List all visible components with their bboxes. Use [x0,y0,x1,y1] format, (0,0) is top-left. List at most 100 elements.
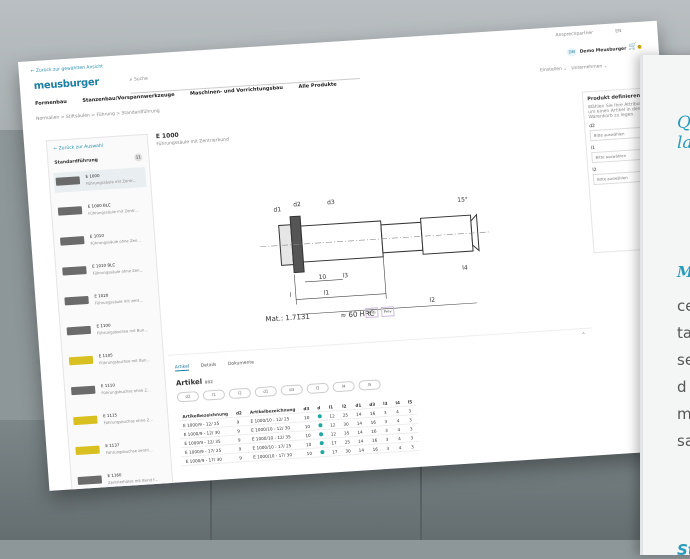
breadcrumb-item[interactable]: Führung [96,112,115,118]
article-title: Artikel 882 [175,377,214,388]
product-thumbnail [59,236,85,246]
product-configurator-screen: ← Zurück zur gewählten Ansicht Ansprechp… [18,20,689,491]
availability-dot-icon [318,423,323,427]
breadcrumb: Normalien > Stiftsäulen > Führung > Stan… [36,108,160,122]
availability-dot-icon [319,441,324,445]
drawing-pager: Ansi Prev [364,306,398,319]
contact-menu[interactable]: Ansprechpartner [555,31,593,38]
sidebar-item[interactable]: E 1115 Führungsbuchse ohne Z… [71,406,164,432]
sidebar-item-code: E 1137 [105,442,120,449]
filter-select[interactable]: l1 [202,389,226,401]
product-thumbnail [62,266,87,276]
language-selector[interactable]: EN [615,29,622,34]
sidebar-item-code: E 1010 [89,232,105,239]
sidebar-item-code: E 1000 BLC [87,202,111,209]
card-line: se [677,351,690,369]
breadcrumb-item[interactable]: Stiftsäulen [66,113,90,120]
sidebar-item[interactable]: E 1020 Führungssäule mit zent… [62,287,155,313]
product-code: E 1000 [155,131,179,141]
sidebar-back-button[interactable]: ← Zurück zur Auswahl [53,144,103,152]
sidebar-item[interactable]: E 1105 Führungsbuchse mit Bun… [66,347,159,373]
cart-badge: 0 [637,44,642,49]
sidebar-item[interactable]: E 1000 Führungssäule mit Zentr… [53,167,147,193]
product-thumbnail [66,325,92,336]
breadcrumb-item[interactable]: Normalien [36,115,59,121]
sidebar-item[interactable]: E 1100 Führungsbuchse mit Bun… [64,317,157,343]
sidebar-item[interactable]: E 1000 BLC Führungssäule mit Zentr… [55,197,148,223]
card-line: d [677,378,687,396]
sidebar-item-code: E 1115 [102,412,118,419]
availability-dot-icon [317,414,322,418]
filter-select[interactable]: l4 [332,380,355,393]
dim-label: l4 [462,264,468,271]
sidebar-item-code: E 1160 [107,472,122,479]
sidebar-item[interactable]: E 1137 Führungsbuchse zentri… [73,436,166,462]
sidebar-item-desc: Führungssäule mit Zentr… [85,177,137,186]
product-thumbnail [68,355,94,366]
sidebar-heading: Standardführung [54,158,99,166]
sidebar-item-desc: Führungssäule ohne Zen… [90,237,142,246]
product-thumbnail [55,176,81,186]
dim-label: d2 [293,201,301,208]
product-main: E 1000 Führungssäule mit Zentrierbund d1… [152,106,604,491]
sidebar-item-desc: Zentrierhülse mit Bund f… [107,476,159,486]
pager-button[interactable]: Prev [380,306,395,318]
card-line: ce [677,297,690,315]
sidebar-item-desc: Führungsbuchse mit Bun… [96,327,149,336]
sidebar-item-code: E 1110 [100,382,116,389]
breadcrumb-item[interactable]: Standardführung [121,109,159,116]
article-card: Qla M ce ta se dm sa St [640,55,690,559]
menu-einstellen[interactable]: Einstellen [540,67,562,73]
dim-label: l3 [342,272,348,279]
cart-button[interactable]: 🛒0 [628,42,642,51]
dim-label: l1 [324,289,330,296]
user-menu[interactable]: DM Demo Meusburger [566,45,627,57]
sidebar-item-code: E 1010 BLC [91,262,116,269]
dim-label: 10 [318,274,326,281]
panel-title: Produkt definieren [587,92,641,103]
sidebar-item[interactable]: E 1010 BLC Führungssäule ohne Zen… [60,257,153,283]
material-label: Mat.: 1.7131 [265,313,310,324]
sidebar-item-desc: Führungsbuchse zentri… [105,447,153,456]
tab-details[interactable]: Details [201,363,217,369]
nav-item-stanzenbau[interactable]: Stanzenbau/Vorspannwerkzeuge [82,92,175,104]
back-link[interactable]: ← Zurück zur gewählten Ansicht [31,65,104,75]
field-label: l1 [590,145,596,152]
cart-icon: 🛒 [628,42,638,51]
search-icon: ⌕ [129,76,133,83]
product-thumbnail [57,206,83,216]
filter-select[interactable]: l3 [306,382,330,395]
product-thumbnail [64,295,89,306]
dim-label: l [290,292,293,299]
product-thumbnail [77,475,103,485]
detail-tabs: Artikel Details Dokumente [174,359,265,372]
card-line: sa [677,432,690,450]
filter-select[interactable]: d1 [254,385,278,398]
field-label: l2 [592,167,597,174]
card-footer: St [677,541,690,559]
sidebar-item[interactable]: E 1110 Führungsbuchse ohne Z… [69,376,162,402]
filter-select[interactable]: d2 [176,391,200,403]
card-line: m [677,405,690,423]
product-thumbnail [75,445,100,456]
dim-label: d3 [327,199,335,206]
collapse-chevron-icon[interactable]: ⌃ [581,332,586,338]
tab-artikel[interactable]: Artikel [174,364,190,372]
product-thumbnail [70,385,96,396]
availability-dot-icon [320,450,325,454]
sidebar-item-desc: Führungssäule mit Zentr… [88,207,139,216]
sidebar-item[interactable]: E 1010 Führungssäule ohne Zen… [58,227,151,253]
nav-item-formenbau[interactable]: Formenbau [35,99,67,107]
filter-select[interactable]: d3 [280,384,304,396]
sidebar-item-desc: Führungsbuchse ohne Z… [101,387,152,396]
menu-unternehmen[interactable]: Unternehmen [571,64,602,71]
brand-logo[interactable]: meusburger [33,77,99,92]
search-input[interactable]: Suche [134,77,148,83]
sidebar-item-desc: Führungssäule mit zent… [94,297,144,306]
tab-dokumente[interactable]: Dokumente [228,360,254,367]
sidebar-item-desc: Führungsbuchse ohne Z… [103,417,154,426]
filter-select[interactable]: l5 [358,379,381,391]
filter-select[interactable]: l2 [228,387,252,400]
nav-item-alle-produkte[interactable]: Alle Produkte [298,81,337,89]
pager-button[interactable]: Ansi [364,307,379,319]
